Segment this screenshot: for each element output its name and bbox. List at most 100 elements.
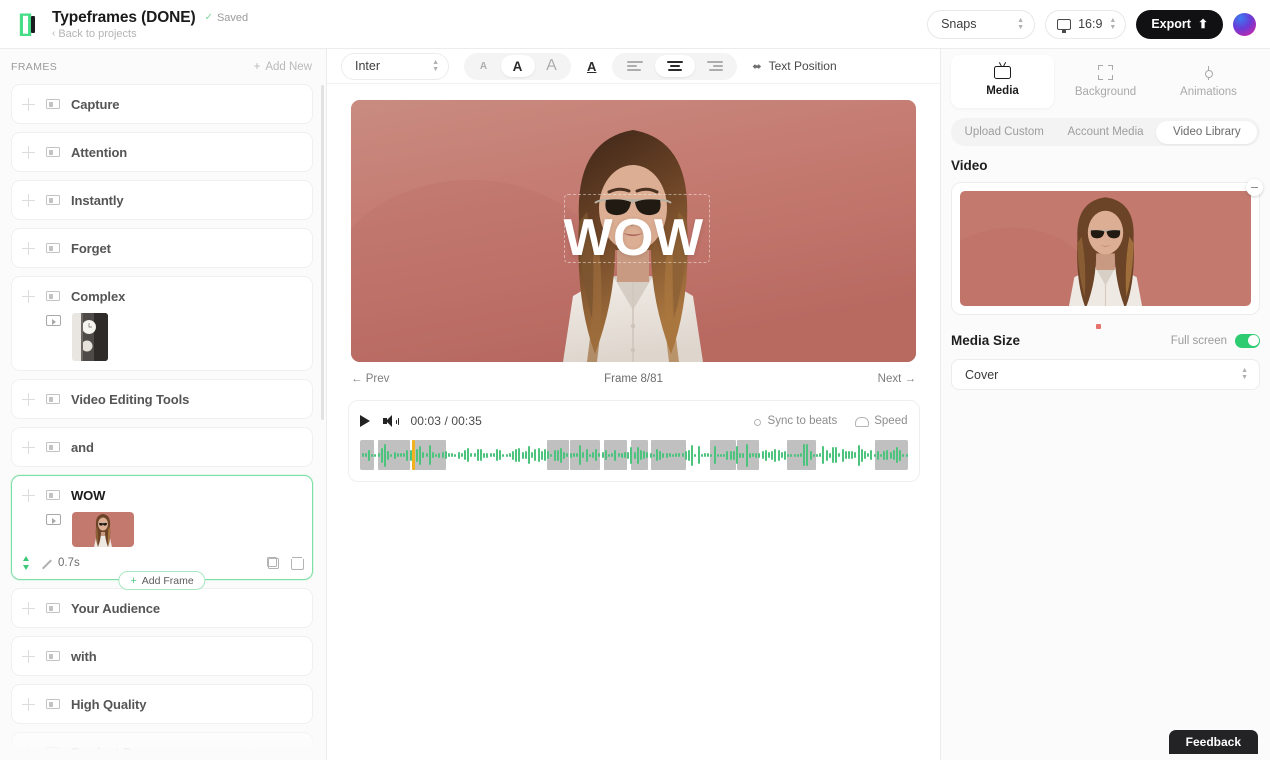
- drag-handle-icon[interactable]: [22, 746, 35, 759]
- prev-frame-button[interactable]: ← Prev: [351, 373, 389, 385]
- waveform-bar: [755, 453, 757, 458]
- align-right-button[interactable]: [695, 55, 735, 77]
- duplicate-icon[interactable]: [267, 557, 279, 569]
- minus-icon[interactable]: [1246, 179, 1263, 196]
- text-position-button[interactable]: ⬌ Text Position: [752, 59, 836, 73]
- export-button[interactable]: Export ⬆: [1136, 10, 1223, 39]
- back-to-projects-link[interactable]: ‹ Back to projects: [52, 28, 248, 40]
- text-box-icon[interactable]: [46, 243, 60, 253]
- drag-handle-icon[interactable]: [22, 242, 35, 255]
- typeframes-logo[interactable]: []: [14, 11, 40, 37]
- overlay-text[interactable]: WOW: [351, 212, 916, 264]
- delete-icon[interactable]: [291, 557, 302, 569]
- drag-handle-icon[interactable]: [22, 146, 35, 159]
- frame-card-and[interactable]: and: [11, 427, 313, 467]
- text-box-icon[interactable]: [46, 195, 60, 205]
- play-icon[interactable]: [360, 415, 370, 427]
- waveform-bar: [589, 454, 591, 457]
- drag-handle-icon[interactable]: [22, 194, 35, 207]
- sidebar-scrollbar[interactable]: [321, 85, 324, 420]
- text-box-icon[interactable]: [46, 747, 60, 757]
- add-new-button[interactable]: + Add New: [254, 61, 312, 73]
- frame-card-product-promos[interactable]: Product Promos: [11, 732, 313, 760]
- frame-card-instantly[interactable]: Instantly: [11, 180, 313, 220]
- frame-card-high-quality[interactable]: High Quality: [11, 684, 313, 724]
- sync-to-beats-button[interactable]: Sync to beats: [751, 415, 838, 427]
- frame-card-video-editing-tools[interactable]: Video Editing Tools: [11, 379, 313, 419]
- avatar[interactable]: [1233, 13, 1256, 36]
- video-clip-icon[interactable]: [46, 514, 61, 525]
- text-box-icon[interactable]: [46, 490, 60, 500]
- drag-handle-icon[interactable]: [22, 650, 35, 663]
- waveform-bar: [634, 452, 636, 459]
- font-size-large-button[interactable]: A: [535, 55, 569, 77]
- font-size-medium-button[interactable]: A: [501, 55, 535, 77]
- frame-thumbnail[interactable]: [72, 313, 108, 361]
- subtab-account-media[interactable]: Account Media: [1055, 121, 1156, 144]
- frame-card-forget[interactable]: Forget: [11, 228, 313, 268]
- feedback-button[interactable]: Feedback: [1169, 730, 1258, 754]
- tab-animations[interactable]: Animations: [1157, 55, 1260, 108]
- font-size-small-button[interactable]: A: [467, 55, 501, 77]
- waveform-bar: [662, 453, 664, 458]
- frame-card-with[interactable]: with: [11, 636, 313, 676]
- align-center-button[interactable]: [655, 55, 695, 77]
- volume-icon[interactable]: [383, 415, 398, 428]
- text-box-icon[interactable]: [46, 651, 60, 661]
- text-box-icon[interactable]: [46, 147, 60, 157]
- snaps-select[interactable]: Snaps ▲▼: [927, 10, 1035, 39]
- drag-handle-icon[interactable]: [22, 393, 35, 406]
- drag-handle-icon[interactable]: [22, 602, 35, 615]
- waveform-bar: [739, 453, 741, 458]
- frame-label: Product Promos: [71, 745, 171, 760]
- align-left-button[interactable]: [615, 55, 655, 77]
- subtab-upload-custom[interactable]: Upload Custom: [954, 121, 1055, 144]
- aspect-ratio-select[interactable]: 16:9 ▲▼: [1045, 10, 1126, 39]
- plus-icon: +: [130, 575, 136, 587]
- project-title-block: Typeframes (DONE) ✓ Saved ‹ Back to proj…: [52, 9, 248, 40]
- text-box-icon[interactable]: [46, 603, 60, 613]
- waveform-bar: [598, 453, 600, 457]
- next-frame-button[interactable]: Next →: [878, 373, 916, 385]
- waveform-bar: [694, 454, 696, 457]
- underline-button[interactable]: A: [586, 59, 597, 74]
- audio-waveform[interactable]: [360, 440, 908, 470]
- chevron-updown-icon: ▲▼: [1241, 368, 1248, 381]
- drag-handle-icon[interactable]: [22, 489, 35, 502]
- drag-handle-icon[interactable]: [22, 290, 35, 303]
- speed-button[interactable]: Speed: [855, 415, 907, 427]
- text-box-icon[interactable]: [46, 394, 60, 404]
- waveform-bar: [499, 450, 501, 460]
- fit-mode-select[interactable]: Cover ▲▼: [951, 359, 1260, 390]
- subtab-video-library[interactable]: Video Library: [1156, 121, 1257, 144]
- frame-card-wow[interactable]: WOW 0.7s + Add Frame: [11, 475, 313, 580]
- full-screen-toggle[interactable]: [1235, 334, 1260, 348]
- font-family-select[interactable]: Inter ▲▼: [341, 53, 449, 80]
- playhead[interactable]: [412, 440, 415, 470]
- text-box-icon[interactable]: [46, 699, 60, 709]
- video-clip-icon[interactable]: [46, 315, 61, 326]
- export-label: Export: [1151, 17, 1191, 31]
- text-box-icon[interactable]: [46, 291, 60, 301]
- tab-background[interactable]: Background: [1054, 55, 1157, 108]
- text-box-icon[interactable]: [46, 99, 60, 109]
- aspect-ratio-value: 16:9: [1078, 17, 1102, 31]
- drag-handle-icon[interactable]: [22, 98, 35, 111]
- add-frame-button[interactable]: + Add Frame: [118, 571, 205, 590]
- video-library-card[interactable]: [951, 182, 1260, 315]
- frame-duration[interactable]: 0.7s: [41, 557, 80, 569]
- frame-thumbnail[interactable]: [72, 512, 134, 547]
- tab-media[interactable]: Media: [951, 55, 1054, 108]
- frames-list[interactable]: Capture Attention Instantly Forget Compl…: [0, 84, 326, 760]
- frame-card-your-audience[interactable]: Your Audience: [11, 588, 313, 628]
- frame-card-capture[interactable]: Capture: [11, 84, 313, 124]
- text-box-icon[interactable]: [46, 442, 60, 452]
- frame-card-complex[interactable]: Complex: [11, 276, 313, 371]
- video-preview[interactable]: WOW: [351, 100, 916, 362]
- player-controls: 00:03 / 00:35 Sync to beats Speed: [360, 411, 908, 431]
- drag-handle-icon[interactable]: [22, 441, 35, 454]
- frame-card-attention[interactable]: Attention: [11, 132, 313, 172]
- waveform-bar: [899, 450, 901, 461]
- drag-handle-icon[interactable]: [22, 698, 35, 711]
- reorder-icon[interactable]: [22, 556, 31, 570]
